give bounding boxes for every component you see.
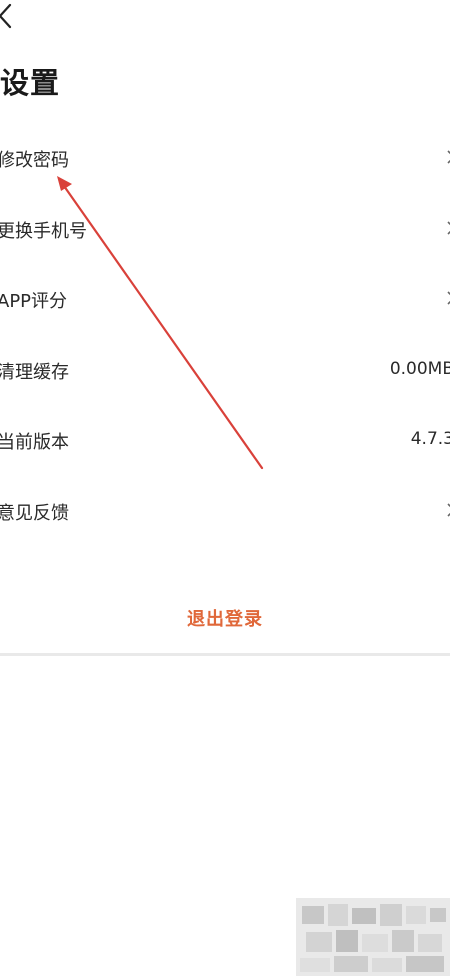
logout-button[interactable]: 退出登录: [0, 596, 450, 644]
settings-item-current-version: 当前版本 4.7.3: [0, 405, 450, 476]
settings-item-label: 更换手机号: [0, 220, 87, 242]
cache-size-value: 0.00MB: [389, 358, 450, 379]
settings-item-label: 当前版本: [0, 432, 69, 454]
back-button[interactable]: [0, 2, 18, 30]
chevron-left-icon: [0, 3, 12, 29]
settings-page: 设置 修改密码 更换手机号 APP评分 清理缓存 0.00MB 当前版本 4.7…: [0, 0, 450, 976]
watermark-icon: [296, 898, 450, 976]
chevron-right-icon: [447, 150, 450, 164]
settings-item-label: 意见反馈: [0, 502, 69, 524]
settings-item-change-phone[interactable]: 更换手机号: [0, 194, 450, 265]
chevron-right-icon: [447, 221, 450, 235]
settings-item-feedback[interactable]: 意见反馈: [0, 476, 450, 547]
settings-item-label: 修改密码: [0, 150, 69, 171]
settings-item-clear-cache[interactable]: 清理缓存 0.00MB: [0, 335, 450, 406]
settings-item-label: APP评分: [0, 291, 68, 313]
settings-item-app-rating[interactable]: APP评分: [0, 264, 450, 335]
settings-item-change-password[interactable]: 修改密码: [0, 123, 450, 194]
page-title: 设置: [0, 66, 61, 100]
chevron-right-icon: [447, 291, 450, 305]
chevron-right-icon: [447, 503, 450, 517]
version-value: 4.7.3: [410, 429, 450, 450]
settings-item-label: 清理缓存: [0, 361, 69, 383]
settings-list: 修改密码 更换手机号 APP评分 清理缓存 0.00MB 当前版本 4.7.3: [0, 123, 450, 547]
divider: [0, 653, 450, 656]
